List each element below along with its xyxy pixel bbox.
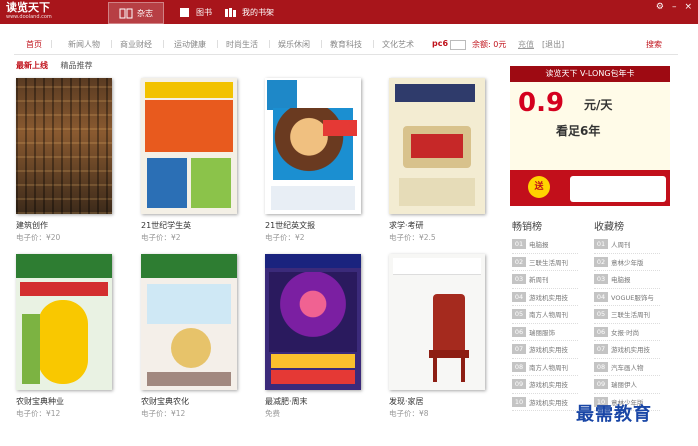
bestseller-title: 畅销榜 bbox=[512, 222, 542, 233]
book-price: 电子价：¥2 bbox=[141, 233, 181, 242]
list-item[interactable]: 06 女报·时尚 bbox=[594, 324, 660, 341]
promo-body: 0.9 元/天 看足6年 bbox=[510, 82, 670, 170]
book-price: 电子价：¥12 bbox=[16, 409, 61, 418]
logout-link[interactable]: [退出] bbox=[542, 39, 564, 50]
book-cover[interactable] bbox=[16, 254, 112, 390]
list-item[interactable]: 07 游戏机实用技 bbox=[512, 341, 578, 359]
list-item[interactable]: 01 人周刊 bbox=[594, 236, 660, 254]
book-cover[interactable] bbox=[265, 254, 361, 390]
promo-headline: 读览天下 V-LONG包年卡 bbox=[510, 66, 670, 82]
user-badge-icon bbox=[450, 40, 466, 50]
username: pc6 bbox=[432, 39, 449, 48]
category-news[interactable]: 新闻人物 bbox=[68, 39, 100, 50]
promo-send-badge: 送 bbox=[528, 176, 550, 198]
list-item[interactable]: 09 瑞丽伊人 bbox=[594, 376, 660, 394]
minimize-icon[interactable]: – bbox=[672, 2, 677, 12]
search-link[interactable]: 搜索 bbox=[646, 39, 662, 50]
list-item[interactable]: 02 三联生活周刊 bbox=[512, 254, 578, 271]
category-bar: 首页 | 新闻人物 | 商业财经 | 运动健康 | 时尚生活 | 娱乐休闲 | … bbox=[14, 36, 678, 55]
category-education[interactable]: 教育科技 bbox=[330, 39, 362, 50]
magazine-icon bbox=[119, 8, 133, 18]
category-business[interactable]: 商业财经 bbox=[120, 39, 152, 50]
book-title[interactable]: 最减肥·周末 bbox=[265, 396, 308, 407]
book-title[interactable]: 发现·家居 bbox=[389, 396, 424, 407]
promo-pager[interactable] bbox=[637, 192, 658, 197]
list-item[interactable]: 05 三联生活周刊 bbox=[594, 306, 660, 324]
settings-icon[interactable]: ⚙ bbox=[656, 2, 664, 12]
book-cover[interactable] bbox=[141, 78, 237, 214]
book-price: 电子价：¥2 bbox=[265, 233, 305, 242]
app-logo-text: 读览天下 bbox=[6, 1, 50, 14]
promo-unit: 元/天 bbox=[584, 98, 613, 112]
list-item[interactable]: 02 意林少年版 bbox=[594, 254, 660, 271]
category-entertainment[interactable]: 娱乐休闲 bbox=[278, 39, 310, 50]
favorites-list: 01 人周刊 02 意林少年版 03 电脑报 04 VOGUE服饰与 05 三联生活周刊 … bbox=[594, 236, 660, 411]
book-title[interactable]: 21世纪学生英 bbox=[141, 220, 191, 231]
book-cover[interactable] bbox=[141, 254, 237, 390]
book-price: 免费 bbox=[265, 409, 280, 418]
book-cover[interactable] bbox=[265, 78, 361, 214]
book-price: 电子价：¥2.5 bbox=[389, 233, 436, 242]
category-fashion[interactable]: 时尚生活 bbox=[226, 39, 258, 50]
promo-dot[interactable] bbox=[653, 192, 658, 197]
tab-recommended[interactable]: 精品推荐 bbox=[61, 61, 93, 70]
book-cover[interactable] bbox=[16, 78, 112, 214]
promo-banner[interactable]: 读览天下 V-LONG包年卡 0.9 元/天 看足6年 送 bbox=[510, 66, 670, 206]
nav-my-shelf[interactable]: 我的书架 bbox=[224, 2, 274, 22]
promo-price: 0.9 bbox=[518, 88, 565, 118]
list-item[interactable]: 07 游戏机实用技 bbox=[594, 341, 660, 359]
balance-text: 余额: 0元 bbox=[472, 40, 507, 49]
nav-books-label: 图书 bbox=[196, 7, 212, 17]
category-culture[interactable]: 文化艺术 bbox=[382, 39, 414, 50]
nav-my-shelf-label: 我的书架 bbox=[242, 7, 274, 17]
app-logo[interactable]: 读览天下 www.dooland.com bbox=[6, 2, 61, 22]
list-item[interactable]: 03 电脑报 bbox=[594, 271, 660, 289]
watermark: 最需教育 bbox=[576, 404, 652, 425]
list-item[interactable]: 05 南方人物周刊 bbox=[512, 306, 578, 324]
nav-magazines-label: 杂志 bbox=[137, 8, 153, 18]
title-bar: 读览天下 www.dooland.com 杂志 图书 我的书架 ⚙ – × bbox=[0, 0, 698, 24]
window-controls: ⚙ – × bbox=[656, 2, 692, 12]
book-title[interactable]: 建筑创作 bbox=[16, 220, 48, 231]
promo-dot[interactable] bbox=[645, 192, 650, 197]
promo-dot[interactable] bbox=[637, 192, 642, 197]
favorites-title: 收藏榜 bbox=[594, 222, 624, 233]
list-item[interactable]: 03 新周刊 bbox=[512, 271, 578, 289]
list-item[interactable]: 01 电脑报 bbox=[512, 236, 578, 254]
category-home[interactable]: 首页 bbox=[26, 39, 42, 50]
category-sports-health[interactable]: 运动健康 bbox=[174, 39, 206, 50]
bestseller-list: 01 电脑报 02 三联生活周刊 03 新周刊 04 游戏机实用技 05 南方人物周刊 0… bbox=[512, 236, 578, 411]
list-item[interactable]: 10 游戏机实用技 bbox=[512, 394, 578, 411]
book-title[interactable]: 农财宝典种业 bbox=[16, 396, 64, 407]
list-item[interactable]: 09 游戏机实用技 bbox=[512, 376, 578, 394]
book-price: 电子价：¥12 bbox=[141, 409, 186, 418]
content-tabs: 最新上线 精品推荐 bbox=[16, 60, 93, 71]
book-price: 电子价：¥20 bbox=[16, 233, 61, 242]
list-item[interactable]: 04 VOGUE服饰与 bbox=[594, 289, 660, 306]
nav-magazines[interactable]: 杂志 bbox=[108, 2, 164, 24]
book-cover[interactable] bbox=[389, 78, 485, 214]
list-item[interactable]: 06 瑞丽服饰 bbox=[512, 324, 578, 341]
promo-gifts-image bbox=[570, 176, 666, 202]
book-cover[interactable] bbox=[389, 254, 485, 390]
close-icon[interactable]: × bbox=[684, 2, 692, 12]
list-item[interactable]: 08 南方人物周刊 bbox=[512, 359, 578, 376]
book-title[interactable]: 农财宝典农化 bbox=[141, 396, 189, 407]
list-item[interactable]: 04 游戏机实用技 bbox=[512, 289, 578, 306]
bookshelf-icon bbox=[225, 7, 236, 17]
tab-latest[interactable]: 最新上线 bbox=[16, 61, 48, 70]
book-price: 电子价：¥8 bbox=[389, 409, 429, 418]
book-title[interactable]: 求学·考研 bbox=[389, 220, 424, 231]
app-logo-url: www.dooland.com bbox=[6, 14, 52, 20]
recharge-link[interactable]: 充值 bbox=[518, 39, 534, 50]
book-icon bbox=[180, 7, 189, 17]
book-title[interactable]: 21世纪英文报 bbox=[265, 220, 315, 231]
nav-books[interactable]: 图书 bbox=[178, 2, 212, 22]
list-item[interactable]: 08 汽车画人物 bbox=[594, 359, 660, 376]
promo-slogan: 看足6年 bbox=[556, 124, 601, 138]
